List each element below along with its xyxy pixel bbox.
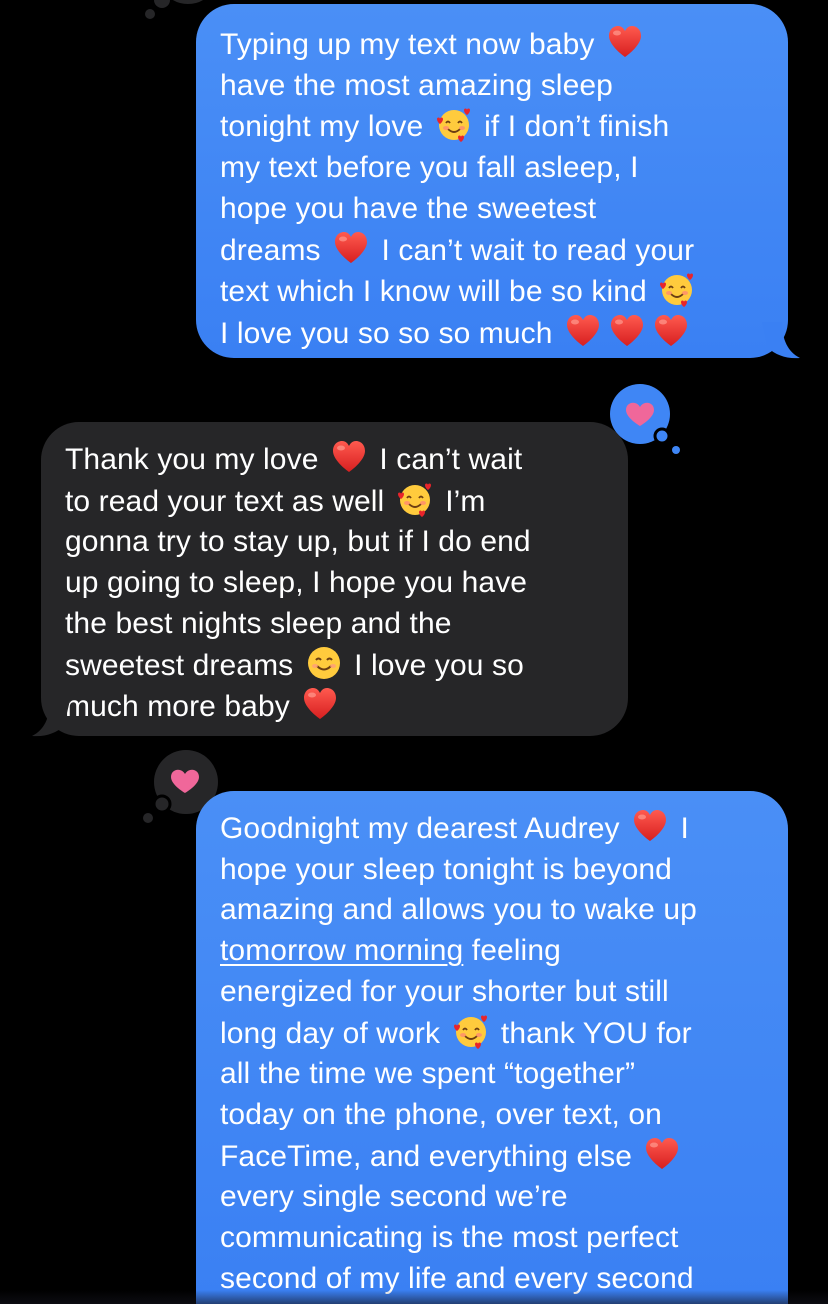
message-text: Goodnight my dearest Audrey — [220, 812, 629, 845]
message-line: have the most amazing sleep — [220, 66, 768, 107]
message-text: my text before you fall asleep, I — [220, 151, 639, 185]
sent-bubble-tail — [762, 322, 800, 359]
message-text: Typing up my text now baby — [220, 28, 603, 61]
message-line: Typing up my text now baby — [220, 24, 768, 66]
message-line: text which I know will be so kind — [220, 271, 768, 313]
message-text: amazing and allows you to wake up — [220, 893, 697, 927]
message-text: gonna try to stay up, but if I do end — [65, 525, 531, 559]
message-text: I love you so — [345, 648, 524, 682]
red-heart-emoji-icon — [333, 230, 369, 266]
message-line: today on the phone, over text, on — [220, 1095, 768, 1136]
message-text: if I don’t finish — [475, 110, 670, 144]
red-heart-emoji-icon — [644, 1136, 680, 1172]
message-text: up going to sleep, I hope you have — [65, 566, 528, 600]
message-text: long day of work — [220, 1016, 449, 1050]
message-text: have the most amazing sleep — [220, 68, 613, 102]
message-line: I love you so so so much — [220, 313, 768, 355]
message-line: tonight my love if I don’t finish — [220, 106, 768, 148]
message-text: every single second we’re — [220, 1180, 568, 1214]
red-heart-emoji-icon — [632, 808, 668, 844]
message-line: gonna try to stay up, but if I do end — [65, 522, 608, 563]
message-line: FaceTime, and everything else — [220, 1136, 768, 1178]
message-text: feeling — [463, 934, 561, 968]
smiling-face-with-hearts-emoji-icon — [453, 1013, 489, 1049]
message-line: my text before you fall asleep, I — [220, 148, 768, 189]
red-heart-emoji-icon — [653, 313, 689, 349]
smiling-face-with-hearts-emoji-icon — [659, 271, 695, 308]
message-line: Thank you my love I can’t wait — [65, 439, 608, 481]
message-line: communicating is the most perfect — [220, 1218, 768, 1259]
message-text: dreams — [220, 233, 330, 267]
message-text: communicating is the most perfect — [220, 1221, 679, 1255]
message-text: I can’t wait — [370, 443, 523, 476]
red-heart-emoji-icon — [331, 439, 367, 475]
received-bubble-tail — [32, 700, 70, 737]
message-text: text which I know will be so kind — [220, 275, 656, 309]
message-line: the best nights sleep and the — [65, 604, 608, 645]
message-text: tonight my love — [220, 110, 432, 144]
message-text: hope your sleep tonight is beyond — [220, 852, 672, 886]
red-heart-emoji-icon — [607, 24, 643, 60]
message-line: much more baby — [65, 686, 608, 728]
message-line: hope your sleep tonight is beyond — [220, 850, 768, 891]
sent-message-bubble[interactable]: Typing up my text now baby have the most… — [196, 4, 788, 358]
sent-message-bubble[interactable]: Goodnight my dearest Audrey Ihope your s… — [196, 791, 788, 1304]
red-heart-emoji-icon — [609, 313, 645, 349]
message-text: FaceTime, and everything else — [220, 1139, 641, 1173]
message-text: I — [672, 812, 689, 845]
message-text: thank YOU for — [492, 1016, 692, 1050]
message-line: to read your text as well I’m — [65, 481, 608, 523]
message-text: sweetest dreams — [65, 648, 302, 682]
message-line: Goodnight my dearest Audrey I — [220, 808, 768, 850]
message-text: I’m — [436, 484, 486, 518]
date-link[interactable]: tomorrow morning — [220, 934, 463, 967]
red-heart-emoji-icon — [565, 313, 601, 349]
message-thread[interactable]: Typing up my text now baby have the most… — [0, 0, 828, 1304]
message-text: the best nights sleep and the — [65, 606, 452, 640]
message-text: energized for your shorter but still — [220, 974, 669, 1008]
smiling-face-emoji-icon — [306, 645, 342, 681]
message-text: to read your text as well — [65, 484, 393, 518]
message-line: dreams I can’t wait to read your — [220, 230, 768, 272]
message-line: energized for your shorter but still — [220, 972, 768, 1013]
red-heart-emoji-icon — [302, 686, 338, 722]
message-line: amazing and allows you to wake up — [220, 890, 768, 931]
message-line: tomorrow morning feeling — [220, 931, 768, 972]
message-line: up going to sleep, I hope you have — [65, 563, 608, 604]
message-text: all the time we spent “together” — [220, 1057, 636, 1091]
bottom-toolbar-edge — [0, 1290, 828, 1304]
message-line: long day of work thank YOU for — [220, 1013, 768, 1055]
message-text: much more baby — [65, 690, 299, 724]
received-message-bubble[interactable]: Thank you my love I can’t wait to read yo… — [41, 422, 628, 736]
message-text: today on the phone, over text, on — [220, 1097, 662, 1131]
message-text: Thank you my love — [65, 443, 327, 476]
smiling-face-with-hearts-emoji-icon — [397, 481, 433, 517]
message-line: all the time we spent “together” — [220, 1054, 768, 1095]
smiling-face-with-hearts-emoji-icon — [436, 106, 472, 143]
message-line: sweetest dreams I love you so — [65, 645, 608, 687]
message-line: every single second we’re — [220, 1177, 768, 1218]
message-text: hope you have the sweetest — [220, 191, 597, 225]
message-line: hope you have the sweetest — [220, 189, 768, 230]
message-text: I love you so so so much — [220, 316, 561, 350]
message-text: I can’t wait to read your — [373, 233, 695, 267]
